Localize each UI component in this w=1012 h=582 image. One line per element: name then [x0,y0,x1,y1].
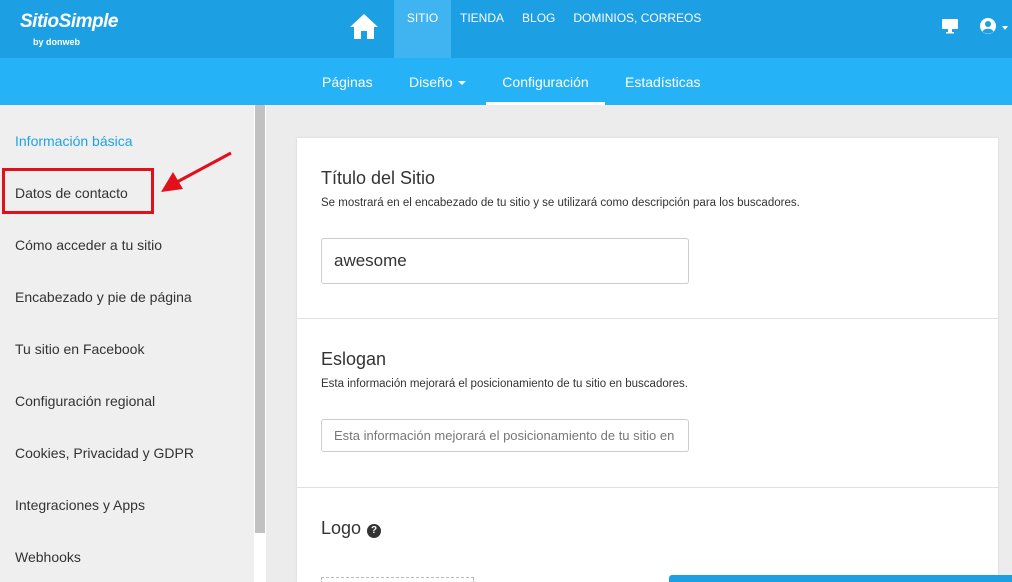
top-nav-sitio[interactable]: SITIO [394,0,451,58]
tab-label: Estadísticas [625,74,701,90]
tab-label: Páginas [322,74,373,90]
sidebar-item-informacion-basica[interactable]: Información básica [15,133,133,149]
caret-down-icon [457,81,466,86]
sidebar-scrollbar-thumb[interactable] [255,105,265,533]
sidebar-item-como-acceder[interactable]: Cómo acceder a tu sitio [15,237,162,253]
sidebar-item-cookies[interactable]: Cookies, Privacidad y GDPR [15,445,194,461]
top-nav-tienda[interactable]: TIENDA [451,0,513,58]
sidebar-item-facebook[interactable]: Tu sitio en Facebook [15,341,144,357]
settings-card: Título del Sitio Se mostrará en el encab… [297,138,998,582]
monitor-icon[interactable] [941,18,959,34]
logo-text: SitioSimple [20,11,118,32]
site-title-heading: Título del Sitio [321,168,436,188]
chevron-down-icon[interactable] [1002,26,1008,30]
top-nav-blog[interactable]: BLOG [513,0,564,58]
tab-estadisticas[interactable]: Estadísticas [625,58,700,105]
tab-label: Diseño [409,74,453,90]
red-arrow-annotation [161,151,232,192]
section-divider [297,487,998,488]
sidebar-item-webhooks[interactable]: Webhooks [15,549,81,565]
slogan-input[interactable] [321,419,689,452]
home-icon[interactable] [348,10,380,42]
sidebar-item-encabezado-pie[interactable]: Encabezado y pie de página [15,289,192,305]
wifi-icon [108,17,116,25]
slogan-heading: Eslogan [321,349,387,369]
highlight-annotation-box [2,168,154,214]
tab-diseno[interactable]: Diseño [409,58,466,105]
slogan-description: Esta información mejorará el posicionami… [321,378,688,390]
site-title-description: Se mostrará en el encabezado de tu sitio… [321,197,800,209]
top-nav: SITIO TIENDA BLOG DOMINIOS, CORREOS [394,0,710,58]
site-title-input[interactable] [321,238,689,284]
tab-label: Configuración [502,74,589,90]
sub-nav: Páginas Diseño Configuración Estadística… [0,58,1012,105]
help-icon[interactable]: ? [367,524,382,538]
top-nav-dominios[interactable]: DOMINIOS, CORREOS [564,0,710,58]
logo-heading: Logo? [321,518,382,539]
logo-subtext: by donweb [33,37,80,47]
tab-paginas[interactable]: Páginas [322,58,373,105]
section-divider [297,318,998,319]
bottom-action-bar[interactable] [669,575,1012,582]
logo-heading-text: Logo [321,518,362,538]
user-account-icon[interactable] [979,17,997,35]
tab-configuracion[interactable]: Configuración [486,58,605,105]
sidebar-item-configuracion-regional[interactable]: Configuración regional [15,393,155,409]
top-bar: SitioSimple by donweb SITIO TIENDA BLOG … [0,0,1012,58]
sitiosimple-logo[interactable]: SitioSimple by donweb [20,11,118,47]
logo-upload-dropzone[interactable] [321,577,474,582]
sidebar-item-integraciones[interactable]: Integraciones y Apps [15,497,145,513]
